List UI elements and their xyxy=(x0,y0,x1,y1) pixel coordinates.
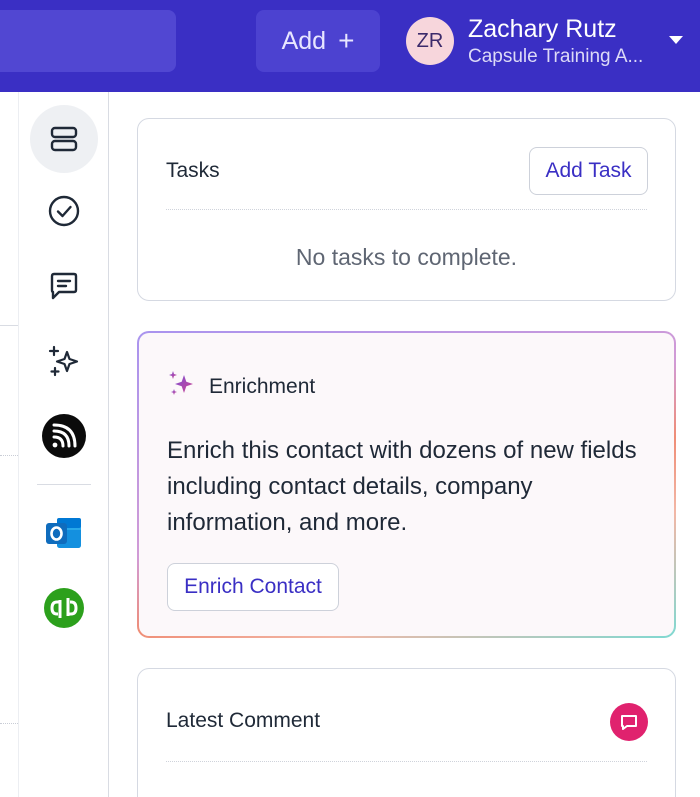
record-details-icon[interactable] xyxy=(30,105,98,173)
ai-sparkle-icon[interactable] xyxy=(30,327,98,395)
add-label: Add xyxy=(281,26,327,55)
rail-divider xyxy=(37,484,91,485)
chevron-down-icon[interactable] xyxy=(669,36,683,44)
user-org: Capsule Training A... xyxy=(468,46,644,67)
main-panel: Tasks Add Task No tasks to complete. Enr… xyxy=(110,92,700,797)
tasks-card: Tasks Add Task No tasks to complete. xyxy=(137,118,676,301)
comment-badge-icon[interactable] xyxy=(610,703,648,741)
divider xyxy=(0,455,18,456)
tasks-title: Tasks xyxy=(166,159,220,182)
comments-icon[interactable] xyxy=(30,252,98,320)
left-panel-edge xyxy=(0,92,18,797)
side-icon-rail xyxy=(18,92,109,797)
user-menu[interactable]: ZR Zachary Rutz Capsule Training A... xyxy=(406,14,650,68)
tasks-empty-text: No tasks to complete. xyxy=(295,244,518,270)
sparkle-icon xyxy=(169,371,193,395)
divider xyxy=(0,325,18,326)
search-input[interactable] xyxy=(0,10,176,72)
divider xyxy=(166,761,647,762)
enrichment-title: Enrichment xyxy=(209,375,316,398)
divider xyxy=(166,209,647,210)
user-name: Zachary Rutz xyxy=(468,15,617,43)
enrichment-card: Enrichment Enrich this contact with doze… xyxy=(137,331,676,638)
latest-comment-title: Latest Comment xyxy=(166,709,321,732)
integration-rss-icon[interactable] xyxy=(30,402,98,470)
enrichment-description: Enrich this contact with dozens of new f… xyxy=(167,437,637,536)
avatar: ZR xyxy=(406,17,454,65)
divider xyxy=(0,723,18,724)
quickbooks-icon[interactable] xyxy=(30,574,98,642)
enrich-contact-button[interactable]: Enrich Contact xyxy=(167,563,339,611)
plus-icon: + xyxy=(338,25,355,56)
add-task-button[interactable]: Add Task xyxy=(529,147,648,195)
top-bar: Add + ZR Zachary Rutz Capsule Training A… xyxy=(0,0,700,92)
outlook-icon[interactable] xyxy=(30,499,98,567)
tasks-check-icon[interactable] xyxy=(30,177,98,245)
add-button[interactable]: Add + xyxy=(256,10,380,72)
latest-comment-card: Latest Comment xyxy=(137,668,676,797)
